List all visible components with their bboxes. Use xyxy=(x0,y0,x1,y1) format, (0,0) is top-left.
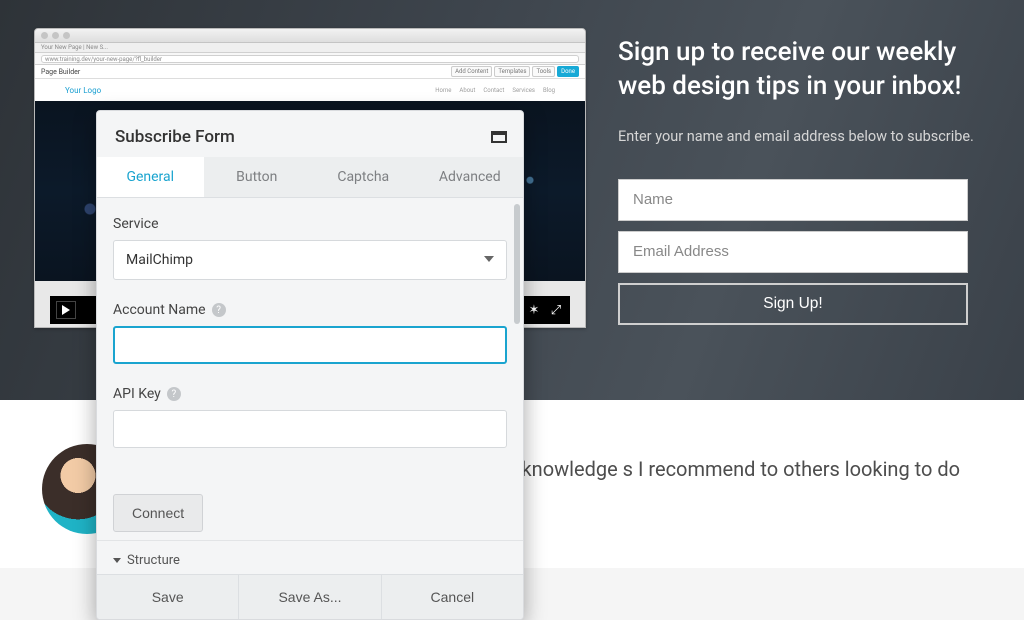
api-label-text: API Key xyxy=(113,386,161,402)
save-button[interactable]: Save xyxy=(97,575,239,619)
signup-subtitle: Enter your name and email address below … xyxy=(618,128,978,145)
api-key-input[interactable] xyxy=(113,410,507,448)
help-icon[interactable]: ? xyxy=(212,303,226,317)
window-control-icon xyxy=(41,32,48,39)
done-button[interactable]: Done xyxy=(557,66,579,77)
chevron-down-icon xyxy=(113,558,121,563)
window-control-icon xyxy=(63,32,70,39)
modal-body: Service MailChimp Account Name ? API Key… xyxy=(97,198,523,540)
signup-title: Sign up to receive our weekly web design… xyxy=(618,36,978,104)
play-icon xyxy=(62,305,70,315)
url-bar[interactable]: www.training.dev/your-new-page/?fl_build… xyxy=(41,55,579,63)
nav-item[interactable]: Blog xyxy=(543,87,555,94)
connect-button[interactable]: Connect xyxy=(113,494,203,532)
email-input[interactable] xyxy=(618,231,968,273)
play-button[interactable] xyxy=(56,301,76,319)
service-value: MailChimp xyxy=(126,252,193,268)
modal-header: Subscribe Form xyxy=(97,111,523,157)
tab-general[interactable]: General xyxy=(97,157,204,197)
nav-item[interactable]: Home xyxy=(435,87,451,94)
signup-button[interactable]: Sign Up! xyxy=(618,283,968,325)
structure-toggle[interactable]: Structure xyxy=(97,540,523,574)
templates-button[interactable]: Templates xyxy=(494,66,530,77)
browser-tab[interactable]: Your New Page | New S... xyxy=(35,43,585,53)
name-input[interactable] xyxy=(618,179,968,221)
page-builder-topbar: Page Builder Add Content Templates Tools… xyxy=(35,65,585,79)
tab-captcha[interactable]: Captcha xyxy=(310,157,417,197)
signup-panel: Sign up to receive our weekly web design… xyxy=(618,36,978,325)
service-label: Service xyxy=(113,216,507,232)
responsive-toggle-icon[interactable] xyxy=(491,131,507,143)
nav-item[interactable]: Contact xyxy=(483,87,504,94)
modal-title: Subscribe Form xyxy=(115,127,491,147)
structure-label: Structure xyxy=(127,553,180,568)
module-settings-modal: Subscribe Form General Button Captcha Ad… xyxy=(96,110,524,620)
add-content-button[interactable]: Add Content xyxy=(451,66,492,77)
site-nav: Home About Contact Services Blog xyxy=(435,87,555,94)
fullscreen-icon[interactable]: ⤢ xyxy=(548,302,564,318)
cancel-button[interactable]: Cancel xyxy=(382,575,523,619)
page-builder-title: Page Builder xyxy=(41,68,80,76)
browser-chrome xyxy=(35,29,585,43)
save-as-button[interactable]: Save As... xyxy=(239,575,381,619)
settings-icon[interactable]: ✶ xyxy=(526,302,542,318)
chevron-down-icon xyxy=(484,256,494,262)
nav-item[interactable]: Services xyxy=(512,87,535,94)
api-label: API Key ? xyxy=(113,386,507,402)
nav-item[interactable]: About xyxy=(459,87,475,94)
account-name-input[interactable] xyxy=(113,326,507,364)
account-label-text: Account Name xyxy=(113,302,206,318)
window-control-icon xyxy=(52,32,59,39)
site-logo[interactable]: Your Logo xyxy=(65,86,101,95)
account-label: Account Name ? xyxy=(113,302,507,318)
site-header: Your Logo Home About Contact Services Bl… xyxy=(35,79,585,101)
tab-advanced[interactable]: Advanced xyxy=(417,157,524,197)
service-select[interactable]: MailChimp xyxy=(113,240,507,280)
scrollbar[interactable] xyxy=(514,204,520,324)
tools-button[interactable]: Tools xyxy=(532,66,555,77)
tab-button[interactable]: Button xyxy=(204,157,311,197)
help-icon[interactable]: ? xyxy=(167,387,181,401)
modal-tabs: General Button Captcha Advanced xyxy=(97,157,523,198)
modal-footer: Save Save As... Cancel xyxy=(97,574,523,619)
url-bar-row: www.training.dev/your-new-page/?fl_build… xyxy=(35,53,585,65)
service-label-text: Service xyxy=(113,216,159,232)
